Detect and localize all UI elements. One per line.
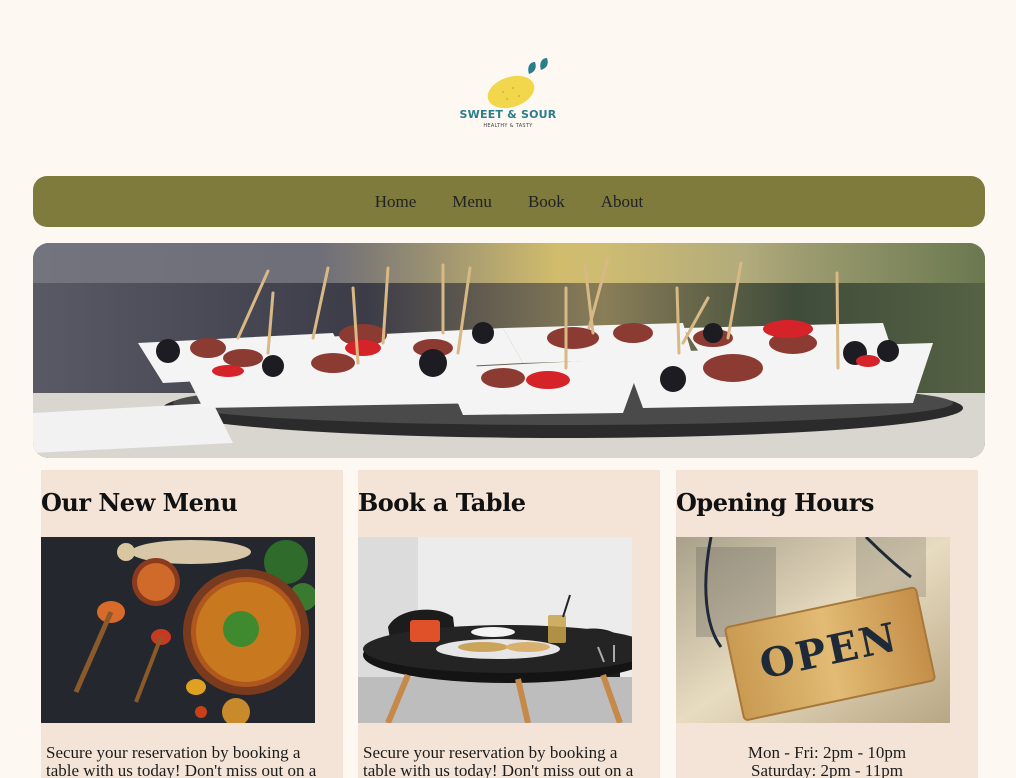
book-table-card-title: Book a Table <box>358 488 526 517</box>
book-table-card: Book a Table Secure your reservation by … <box>358 470 660 778</box>
nav-about-link[interactable]: About <box>601 192 644 212</box>
menu-card-title: Our New Menu <box>41 488 238 517</box>
nav-book-link[interactable]: Book <box>528 192 565 212</box>
hero-image <box>33 243 985 458</box>
soup-dish-image <box>41 537 315 723</box>
weekday-hours: Mon - Fri: 2pm - 10pm <box>747 743 907 762</box>
book-table-card-text: Secure your reservation by booking a tab… <box>363 743 634 778</box>
main-navigation: Home Menu Book About <box>33 176 985 227</box>
opening-hours-card: Opening Hours OPEN Mon - Fri: 2pm - 10pm… <box>676 470 978 778</box>
opening-hours-text: Mon - Fri: 2pm - 10pm Saturday: 2pm - 11… <box>676 744 978 778</box>
nav-menu-link[interactable]: Menu <box>452 192 492 212</box>
open-sign-image: OPEN <box>676 537 950 723</box>
menu-card: Our New Menu Secure your reservation by … <box>41 470 343 778</box>
saturday-hours: Saturday: 2pm - 11pm <box>751 761 903 778</box>
menu-card-text: Secure your reservation by booking a tab… <box>46 743 317 778</box>
brand-logo[interactable]: SWEET & SOUR HEALTHY & TASTY <box>458 54 558 144</box>
brand-name: SWEET & SOUR <box>459 108 557 121</box>
table-setting-image <box>358 537 632 723</box>
nav-home-link[interactable]: Home <box>375 192 417 212</box>
lemon-icon <box>487 58 548 109</box>
brand-tagline: HEALTHY & TASTY <box>483 123 533 129</box>
opening-hours-card-title: Opening Hours <box>676 488 874 517</box>
